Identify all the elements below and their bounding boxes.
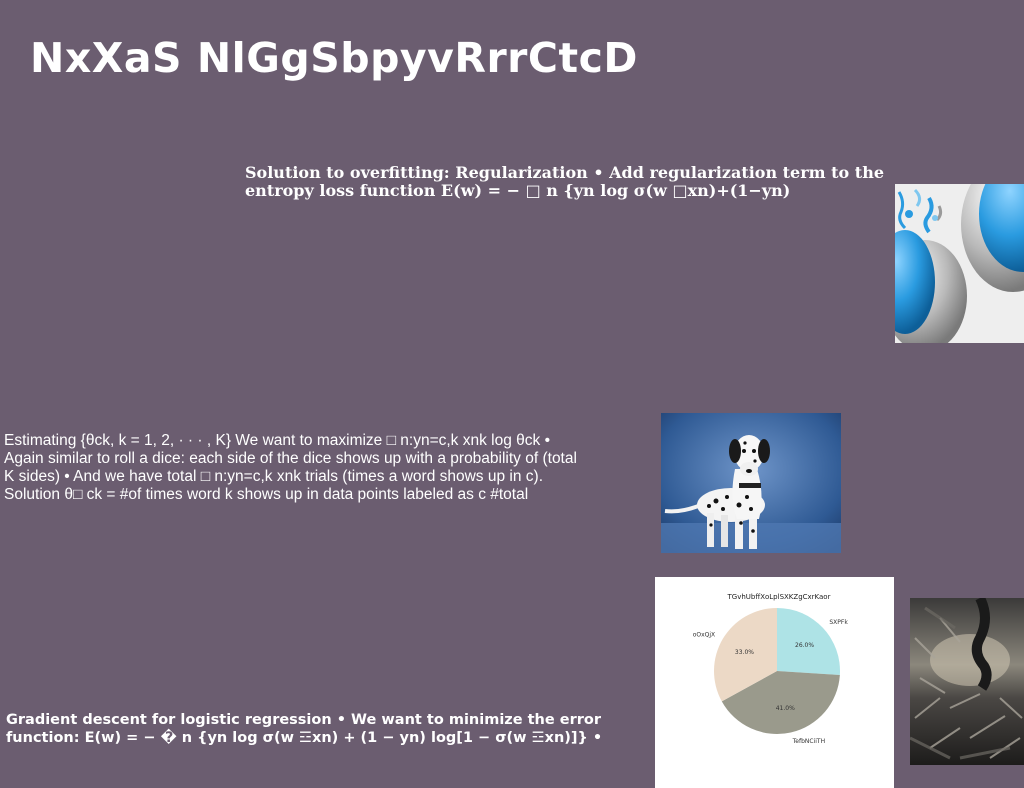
dalmatian-image — [661, 413, 841, 553]
chart-title: TGvhUbffXoLplSXKZgCxrKaor — [727, 593, 831, 601]
pie-pct-label: 26.0% — [795, 642, 814, 649]
pie-pct-label: 41.0% — [776, 705, 795, 712]
pie-slices-group — [714, 608, 840, 734]
balloons-drawing — [895, 184, 1024, 343]
pie-chart-image: TGvhUbffXoLplSXKZgCxrKaor 26.0% SXPFk 41.0… — [655, 577, 894, 788]
pie-category-label: SXPFk — [829, 619, 848, 626]
gradient-descent-paragraph: Gradient descent for logistic regression… — [6, 712, 603, 746]
dalmatian-drawing — [661, 413, 841, 553]
dark-abstract-image — [910, 598, 1024, 765]
dark-abstract-drawing — [910, 598, 1024, 765]
pie-category-label: oOxQjX — [693, 631, 715, 638]
slide-title: NxXaS NlGgSbpyvRrrCtcD — [30, 34, 638, 82]
pie-chart: TGvhUbffXoLplSXKZgCxrKaor 26.0% SXPFk 41.0… — [693, 593, 849, 745]
regularization-paragraph: Solution to overfitting: Regularization … — [245, 163, 884, 200]
pie-category-label: TefbNCiiTH — [792, 738, 825, 745]
balloons-image — [895, 184, 1024, 343]
estimating-paragraph: Estimating {θck, k = 1, 2, · · · , K} We… — [4, 432, 577, 503]
pie-pct-label: 33.0% — [735, 649, 754, 656]
